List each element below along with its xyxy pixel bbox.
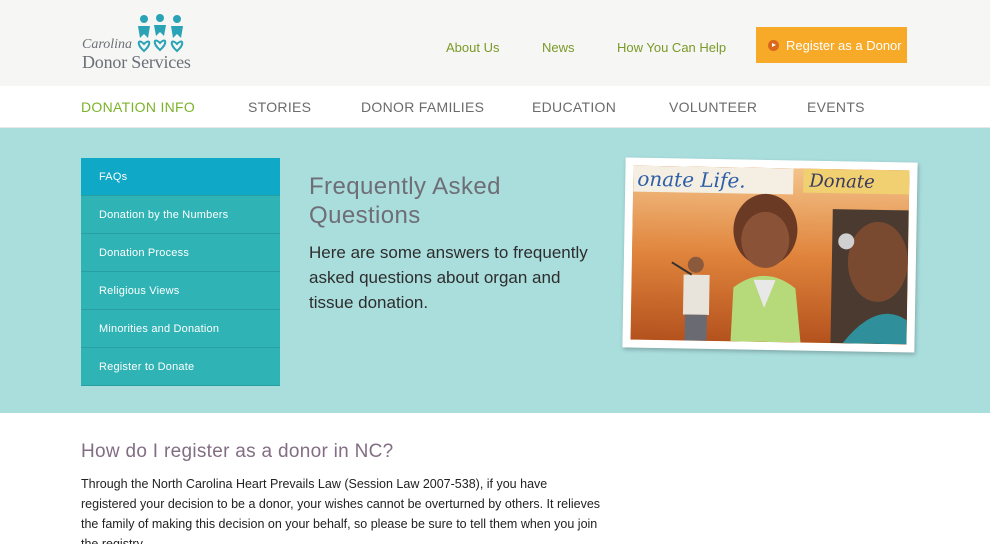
page-title: Frequently Asked Questions [309,173,501,229]
side-nav-faqs[interactable]: FAQs [81,158,280,196]
top-link-how-you-can-help[interactable]: How You Can Help [617,40,726,55]
register-donor-label: Register as a Donor [786,37,902,53]
hero-section: FAQs Donation by the Numbers Donation Pr… [0,128,990,413]
section-body: Through the North Carolina Heart Prevail… [81,477,601,544]
hero-photo-frame: onate Life. Donate [622,157,918,353]
logo-text-line1: Carolina [82,37,133,52]
side-nav-donation-process[interactable]: Donation Process [81,234,280,272]
hero-photo-illustration: onate Life. Donate [630,165,910,345]
side-nav-donation-by-numbers[interactable]: Donation by the Numbers [81,196,280,234]
side-nav: FAQs Donation by the Numbers Donation Pr… [81,158,280,386]
nav-volunteer[interactable]: VOLUNTEER [669,99,757,115]
nav-education[interactable]: EDUCATION [532,99,616,115]
nav-donation-info[interactable]: DONATION INFO [81,99,195,115]
people-hearts-icon [137,14,184,53]
nav-donor-families[interactable]: DONOR FAMILIES [361,99,484,115]
register-donor-button[interactable]: Register as a Donor [756,27,907,63]
site-logo[interactable]: Carolina Donor Services [80,14,200,74]
nav-stories[interactable]: STORIES [248,99,311,115]
top-link-about-us[interactable]: About Us [446,40,499,55]
hero-photo: onate Life. Donate [630,165,910,345]
photo-sign-text-right: Donate [808,171,875,193]
photo-sign-text-left: onate Life. [637,167,746,193]
section-heading: How do I register as a donor in NC? [81,441,394,462]
site-header: Carolina Donor Services About Us News Ho… [0,0,990,86]
side-nav-register-to-donate[interactable]: Register to Donate [81,348,280,386]
main-nav: DONATION INFO STORIES DONOR FAMILIES EDU… [0,86,990,128]
logo-text-line2: Donor Services [82,52,191,72]
top-link-news[interactable]: News [542,40,575,55]
side-nav-minorities-donation[interactable]: Minorities and Donation [81,310,280,348]
page-intro: Here are some answers to frequently aske… [309,243,588,312]
play-circle-icon [768,39,779,51]
side-nav-religious-views[interactable]: Religious Views [81,272,280,310]
nav-events[interactable]: EVENTS [807,99,865,115]
